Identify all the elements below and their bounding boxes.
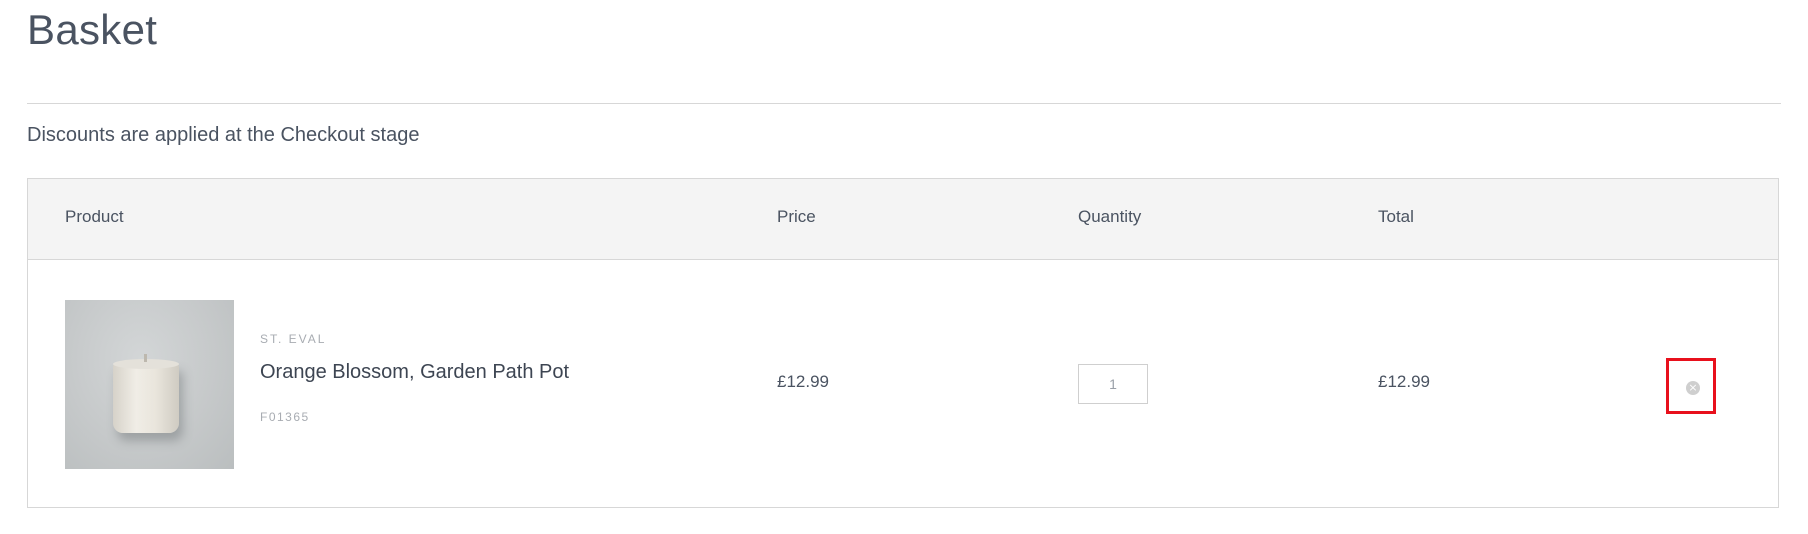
product-column-header: Product <box>65 207 124 226</box>
line-total: £12.99 <box>1378 372 1430 391</box>
product-name-link[interactable]: Orange Blossom, Garden Path Pot <box>260 361 569 384</box>
close-circle-icon: × <box>1686 381 1700 395</box>
price-column-header: Price <box>777 207 816 226</box>
table-row: ST. EVAL Orange Blossom, Garden Path Pot… <box>28 260 1778 507</box>
quantity-input[interactable] <box>1078 364 1148 404</box>
basket-table: Product Price Quantity Total ST. EVAL Or… <box>27 178 1779 508</box>
remove-item-button[interactable]: × <box>1666 358 1716 414</box>
basket-page: Basket Discounts are applied at the Chec… <box>27 0 1781 534</box>
product-image[interactable] <box>65 300 234 469</box>
discount-note: Discounts are applied at the Checkout st… <box>27 124 420 146</box>
quantity-column-header: Quantity <box>1078 207 1142 226</box>
title-divider <box>27 103 1781 104</box>
product-price: £12.99 <box>777 372 829 391</box>
total-column-header: Total <box>1378 207 1414 226</box>
page-title: Basket <box>27 6 158 53</box>
product-sku: F01365 <box>260 410 310 424</box>
table-header-row: Product Price Quantity Total <box>28 179 1778 260</box>
product-brand: ST. EVAL <box>260 332 327 346</box>
candle-pot-image <box>113 354 179 433</box>
